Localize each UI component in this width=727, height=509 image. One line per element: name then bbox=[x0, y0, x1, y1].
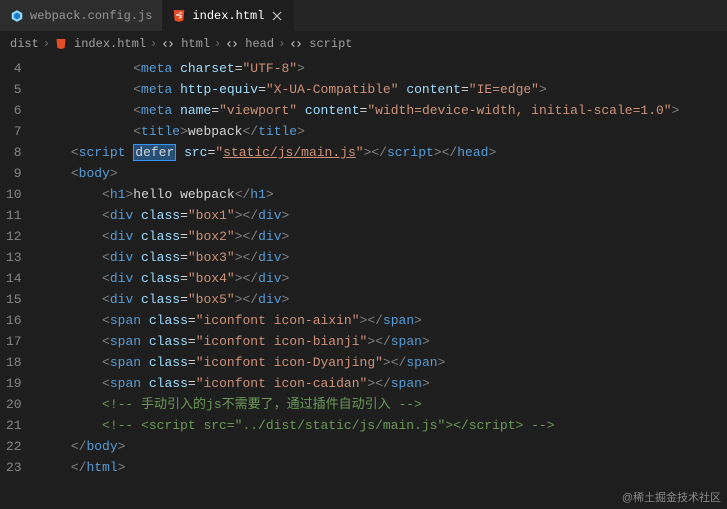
line-number: 15 bbox=[6, 289, 22, 310]
line-number: 22 bbox=[6, 436, 22, 457]
line-number: 12 bbox=[6, 226, 22, 247]
close-icon[interactable] bbox=[270, 9, 284, 23]
line-number: 4 bbox=[6, 58, 22, 79]
chevron-right-icon: › bbox=[43, 37, 50, 51]
line-number: 19 bbox=[6, 373, 22, 394]
code-line[interactable]: <div class="box5"></div> bbox=[40, 289, 727, 310]
code-line[interactable]: <body> bbox=[40, 163, 727, 184]
code-line[interactable]: <span class="iconfont icon-aixin"></span… bbox=[40, 310, 727, 331]
code-line[interactable]: <meta charset="UTF-8"> bbox=[40, 58, 727, 79]
tab-index-html[interactable]: index.html bbox=[162, 0, 294, 31]
line-number: 6 bbox=[6, 100, 22, 121]
webpack-icon bbox=[10, 9, 24, 23]
line-number: 5 bbox=[6, 79, 22, 100]
code-line[interactable]: <meta http-equiv="X-UA-Compatible" conte… bbox=[40, 79, 727, 100]
code-line[interactable]: <span class="iconfont icon-caidan"></spa… bbox=[40, 373, 727, 394]
tab-webpack-config[interactable]: webpack.config.js bbox=[0, 0, 162, 31]
code-line[interactable]: <script defer src="static/js/main.js"></… bbox=[40, 142, 727, 163]
line-number: 21 bbox=[6, 415, 22, 436]
code-line[interactable]: <span class="iconfont icon-bianji"></spa… bbox=[40, 331, 727, 352]
line-number: 13 bbox=[6, 247, 22, 268]
html-icon bbox=[172, 9, 186, 23]
line-number: 9 bbox=[6, 163, 22, 184]
line-number: 18 bbox=[6, 352, 22, 373]
code-line[interactable]: <span class="iconfont icon-Dyanjing"></s… bbox=[40, 352, 727, 373]
code-line[interactable]: <h1>hello webpack</h1> bbox=[40, 184, 727, 205]
code-icon bbox=[161, 37, 175, 51]
breadcrumb-item[interactable]: head bbox=[245, 37, 274, 51]
line-number-gutter: 4567891011121314151617181920212223 bbox=[0, 56, 40, 509]
tab-bar: webpack.config.js index.html bbox=[0, 0, 727, 32]
code-line[interactable]: <title>webpack</title> bbox=[40, 121, 727, 142]
code-line[interactable]: <div class="box3"></div> bbox=[40, 247, 727, 268]
code-line[interactable]: </html> bbox=[40, 457, 727, 478]
chevron-right-icon: › bbox=[278, 37, 285, 51]
code-line[interactable]: <!-- 手动引入的js不需要了，通过插件自动引入 --> bbox=[40, 394, 727, 415]
line-number: 10 bbox=[6, 184, 22, 205]
code-line[interactable]: </body> bbox=[40, 436, 727, 457]
tab-label: webpack.config.js bbox=[30, 9, 152, 23]
chevron-right-icon: › bbox=[214, 37, 221, 51]
breadcrumb-item[interactable]: html bbox=[181, 37, 210, 51]
line-number: 20 bbox=[6, 394, 22, 415]
breadcrumb-item[interactable]: index.html bbox=[74, 37, 146, 51]
breadcrumb-item[interactable]: dist bbox=[10, 37, 39, 51]
code-line[interactable]: <div class="box1"></div> bbox=[40, 205, 727, 226]
line-number: 17 bbox=[6, 331, 22, 352]
code-line[interactable]: <!-- <script src="../dist/static/js/main… bbox=[40, 415, 727, 436]
code-line[interactable]: <div class="box2"></div> bbox=[40, 226, 727, 247]
chevron-right-icon: › bbox=[150, 37, 157, 51]
line-number: 14 bbox=[6, 268, 22, 289]
breadcrumb-item[interactable]: script bbox=[309, 37, 352, 51]
watermark: @稀土掘金技术社区 bbox=[622, 489, 721, 505]
line-number: 16 bbox=[6, 310, 22, 331]
code-icon bbox=[289, 37, 303, 51]
editor: 4567891011121314151617181920212223 <meta… bbox=[0, 56, 727, 509]
code-line[interactable]: <div class="box4"></div> bbox=[40, 268, 727, 289]
code-area[interactable]: <meta charset="UTF-8"> <meta http-equiv=… bbox=[40, 56, 727, 509]
code-icon bbox=[225, 37, 239, 51]
line-number: 23 bbox=[6, 457, 22, 478]
line-number: 8 bbox=[6, 142, 22, 163]
html-icon bbox=[54, 37, 68, 51]
line-number: 7 bbox=[6, 121, 22, 142]
code-line[interactable]: <meta name="viewport" content="width=dev… bbox=[40, 100, 727, 121]
tab-label: index.html bbox=[192, 9, 264, 23]
breadcrumb: dist › index.html › html › head › script bbox=[0, 32, 727, 56]
line-number: 11 bbox=[6, 205, 22, 226]
